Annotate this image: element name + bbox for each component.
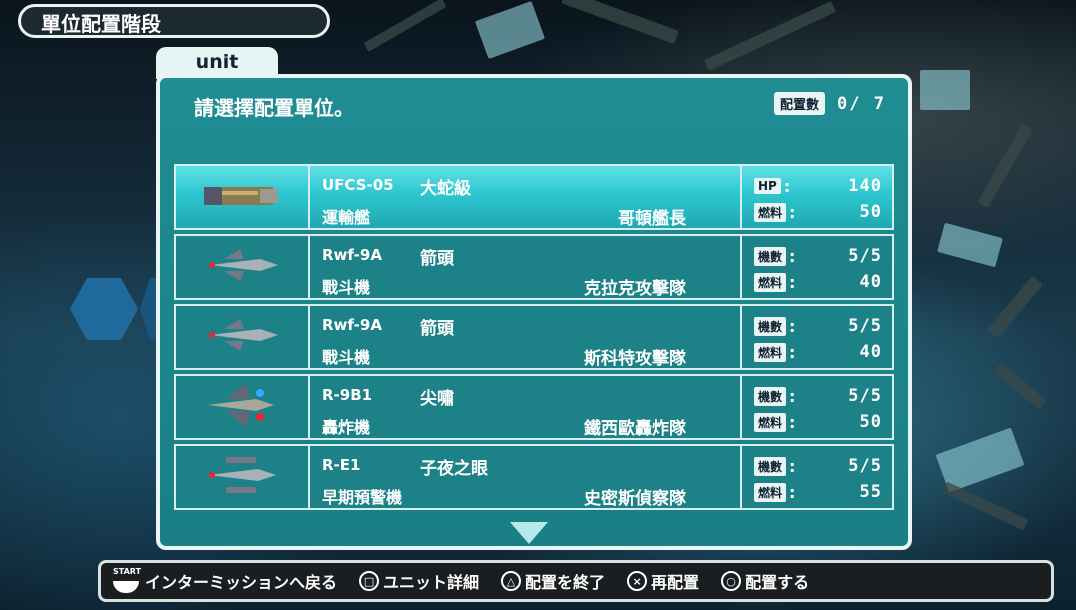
unit-info-cell: UFCS-05 大蛇級 運輸艦 哥頓艦長 xyxy=(310,166,742,229)
unit-row[interactable]: R-E1 子夜之眼 早期預警機 史密斯偵察隊 機數 : 5/5 燃料 : 55 xyxy=(174,444,894,510)
unit-type: 戰斗機 xyxy=(322,278,371,297)
stat-label: 機數 xyxy=(754,316,787,336)
unit-stat-primary: 機數 : 5/5 xyxy=(754,455,882,477)
stat-label: 機數 xyxy=(754,456,787,476)
unit-name: 尖嘯 xyxy=(420,389,454,409)
unit-image-cell xyxy=(176,166,310,228)
stat-value: 140 xyxy=(848,176,882,196)
unit-stat-fuel: 燃料 : 55 xyxy=(754,481,882,503)
unit-code: R-E1 xyxy=(322,456,361,474)
unit-row[interactable]: R-9B1 尖嘯 轟炸機 鐵西歐轟炸隊 機數 : 5/5 燃料 : 50 xyxy=(174,374,894,440)
fighter-ship-icon xyxy=(200,245,284,289)
deploy-label: 配置する xyxy=(745,573,810,592)
scroll-down-arrow-icon[interactable] xyxy=(510,522,548,544)
stat-value: 40 xyxy=(859,342,882,362)
stat-value: 5/5 xyxy=(848,316,882,336)
end-deploy-command[interactable]: △ 配置を終了 xyxy=(501,569,605,593)
phase-title: 單位配置階段 xyxy=(18,4,330,38)
unit-stat-fuel: 燃料 : 50 xyxy=(754,201,882,223)
unit-stat-primary: 機數 : 5/5 xyxy=(754,385,882,407)
unit-squad: 克拉克攻擊隊 xyxy=(584,279,686,299)
square-button-icon: □ xyxy=(359,571,380,591)
stat-label: 燃料 xyxy=(754,272,787,292)
unit-detail-command[interactable]: □ ユニット詳細 xyxy=(359,569,479,593)
unit-info-cell: R-E1 子夜之眼 早期預警機 史密斯偵察隊 xyxy=(310,446,742,509)
stat-label: 機數 xyxy=(754,246,787,266)
unit-image-cell xyxy=(176,376,310,438)
unit-stat-fuel: 燃料 : 40 xyxy=(754,271,882,293)
stat-value: 55 xyxy=(859,482,882,502)
unit-name: 箭頭 xyxy=(420,319,454,339)
stat-label: 機數 xyxy=(754,386,787,406)
unit-code: Rwf-9A xyxy=(322,316,382,334)
unit-list: UFCS-05 大蛇級 運輸艦 哥頓艦長 HP : 140 燃料 : 50 Rw… xyxy=(174,164,894,514)
recon-ship-icon xyxy=(200,453,284,501)
stat-label: 燃料 xyxy=(754,482,787,502)
return-intermission-command[interactable]: START インターミッションへ戻る xyxy=(111,567,338,593)
stat-label: 燃料 xyxy=(754,412,787,432)
unit-squad: 史密斯偵察隊 xyxy=(584,489,686,509)
stat-label: 燃料 xyxy=(754,342,787,362)
stat-label: HP xyxy=(754,178,781,194)
unit-type: 戰斗機 xyxy=(322,348,371,367)
unit-stats-cell: 機數 : 5/5 燃料 : 50 xyxy=(742,376,892,438)
unit-stat-fuel: 燃料 : 50 xyxy=(754,411,882,433)
circle-button-icon: ○ xyxy=(721,571,742,591)
unit-info-cell: R-9B1 尖嘯 轟炸機 鐵西歐轟炸隊 xyxy=(310,376,742,439)
unit-info-cell: Rwf-9A 箭頭 戰斗機 克拉克攻擊隊 xyxy=(310,236,742,299)
unit-type: 運輸艦 xyxy=(322,208,371,227)
redeploy-label: 再配置 xyxy=(651,573,700,592)
unit-stat-fuel: 燃料 : 40 xyxy=(754,341,882,363)
unit-image-cell xyxy=(176,306,310,368)
unit-squad: 哥頓艦長 xyxy=(618,209,686,229)
unit-name: 子夜之眼 xyxy=(420,459,488,479)
unit-code: R-9B1 xyxy=(322,386,373,404)
prompt-text: 請選擇配置單位。 xyxy=(194,96,354,120)
start-button-icon: START xyxy=(111,567,141,593)
stat-value: 50 xyxy=(859,412,882,432)
triangle-button-icon: △ xyxy=(501,571,522,591)
deploy-command[interactable]: ○ 配置する xyxy=(721,569,809,593)
unit-code: UFCS-05 xyxy=(322,176,394,194)
unit-row[interactable]: UFCS-05 大蛇級 運輸艦 哥頓艦長 HP : 140 燃料 : 50 xyxy=(174,164,894,230)
unit-type: 早期預警機 xyxy=(322,488,403,507)
deploy-count: 配置數 0/ 7 xyxy=(774,92,886,115)
unit-type: 轟炸機 xyxy=(322,418,371,437)
fighter-ship-icon xyxy=(200,315,284,359)
end-deploy-label: 配置を終了 xyxy=(525,573,606,592)
unit-stats-cell: HP : 140 燃料 : 50 xyxy=(742,166,892,228)
controls-bar: START インターミッションへ戻る □ ユニット詳細 △ 配置を終了 × 再配… xyxy=(98,560,1054,602)
bomber-ship-icon xyxy=(200,381,284,433)
cross-button-icon: × xyxy=(627,571,648,591)
unit-info-cell: Rwf-9A 箭頭 戰斗機 斯科特攻擊隊 xyxy=(310,306,742,369)
unit-name: 大蛇級 xyxy=(420,179,471,199)
stat-value: 5/5 xyxy=(848,456,882,476)
stat-value: 50 xyxy=(859,202,882,222)
unit-stat-primary: 機數 : 5/5 xyxy=(754,245,882,267)
stat-value: 5/5 xyxy=(848,246,882,266)
stat-label: 燃料 xyxy=(754,202,787,222)
unit-row[interactable]: Rwf-9A 箭頭 戰斗機 克拉克攻擊隊 機數 : 5/5 燃料 : 40 xyxy=(174,234,894,300)
deploy-count-value: 0/ 7 xyxy=(837,93,886,114)
unit-stat-primary: 機數 : 5/5 xyxy=(754,315,882,337)
unit-detail-label: ユニット詳細 xyxy=(383,573,480,592)
unit-name: 箭頭 xyxy=(420,249,454,269)
unit-image-cell xyxy=(176,446,310,508)
unit-stats-cell: 機數 : 5/5 燃料 : 40 xyxy=(742,306,892,368)
unit-code: Rwf-9A xyxy=(322,246,382,264)
unit-stat-primary: HP : 140 xyxy=(754,175,882,197)
unit-select-panel: 請選擇配置單位。 配置數 0/ 7 UFCS-05 大蛇級 運輸艦 哥頓艦長 H… xyxy=(156,74,912,550)
unit-row[interactable]: Rwf-9A 箭頭 戰斗機 斯科特攻擊隊 機數 : 5/5 燃料 : 40 xyxy=(174,304,894,370)
deploy-count-label: 配置數 xyxy=(774,92,826,115)
unit-image-cell xyxy=(176,236,310,298)
unit-squad: 鐵西歐轟炸隊 xyxy=(584,419,686,439)
stat-value: 5/5 xyxy=(848,386,882,406)
transport-ship-icon xyxy=(200,177,284,217)
return-intermission-label: インターミッションへ戻る xyxy=(145,573,338,592)
unit-squad: 斯科特攻擊隊 xyxy=(584,349,686,369)
redeploy-command[interactable]: × 再配置 xyxy=(627,569,699,593)
unit-stats-cell: 機數 : 5/5 燃料 : 55 xyxy=(742,446,892,508)
stat-value: 40 xyxy=(859,272,882,292)
unit-stats-cell: 機數 : 5/5 燃料 : 40 xyxy=(742,236,892,298)
